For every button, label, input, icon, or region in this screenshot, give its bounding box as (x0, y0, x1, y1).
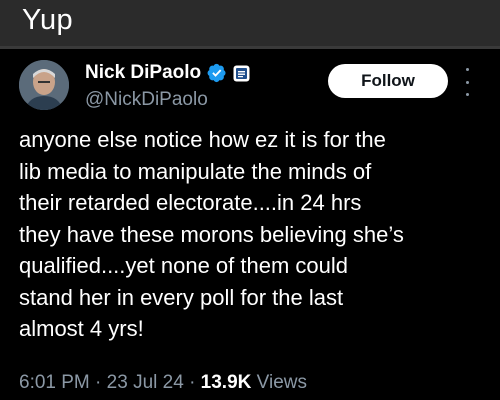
more-dot (465, 68, 469, 71)
author-name[interactable]: Nick DiPaolo (85, 62, 201, 84)
tweet-card: Nick DiPaolo @NickDiPaolo Follow anyone … (0, 46, 500, 400)
avatar[interactable] (19, 60, 69, 110)
views-label: Views (256, 372, 307, 393)
follow-button[interactable]: Follow (328, 64, 448, 98)
author-row: Nick DiPaolo (85, 62, 250, 84)
post-caption: Yup (22, 4, 73, 36)
tweet-text: anyone else notice how ez it is for the … (19, 127, 404, 341)
verified-badge-icon (207, 63, 226, 83)
avatar-image (19, 60, 69, 110)
card-divider (0, 46, 500, 49)
tweet-time[interactable]: 6:01 PM (19, 372, 90, 393)
more-options-icon[interactable] (462, 68, 472, 96)
tweet-meta: 6:01 PM · 23 Jul 24 · 13.9K Views (19, 372, 307, 394)
author-handle[interactable]: @NickDiPaolo (85, 89, 208, 111)
meta-separator: · (95, 372, 102, 393)
more-dot (465, 93, 469, 96)
tweet-date[interactable]: 23 Jul 24 (107, 372, 184, 393)
meta-separator: · (189, 372, 196, 393)
views-count: 13.9K (200, 372, 252, 393)
affiliate-badge-icon (233, 65, 250, 81)
more-dot (465, 80, 469, 84)
